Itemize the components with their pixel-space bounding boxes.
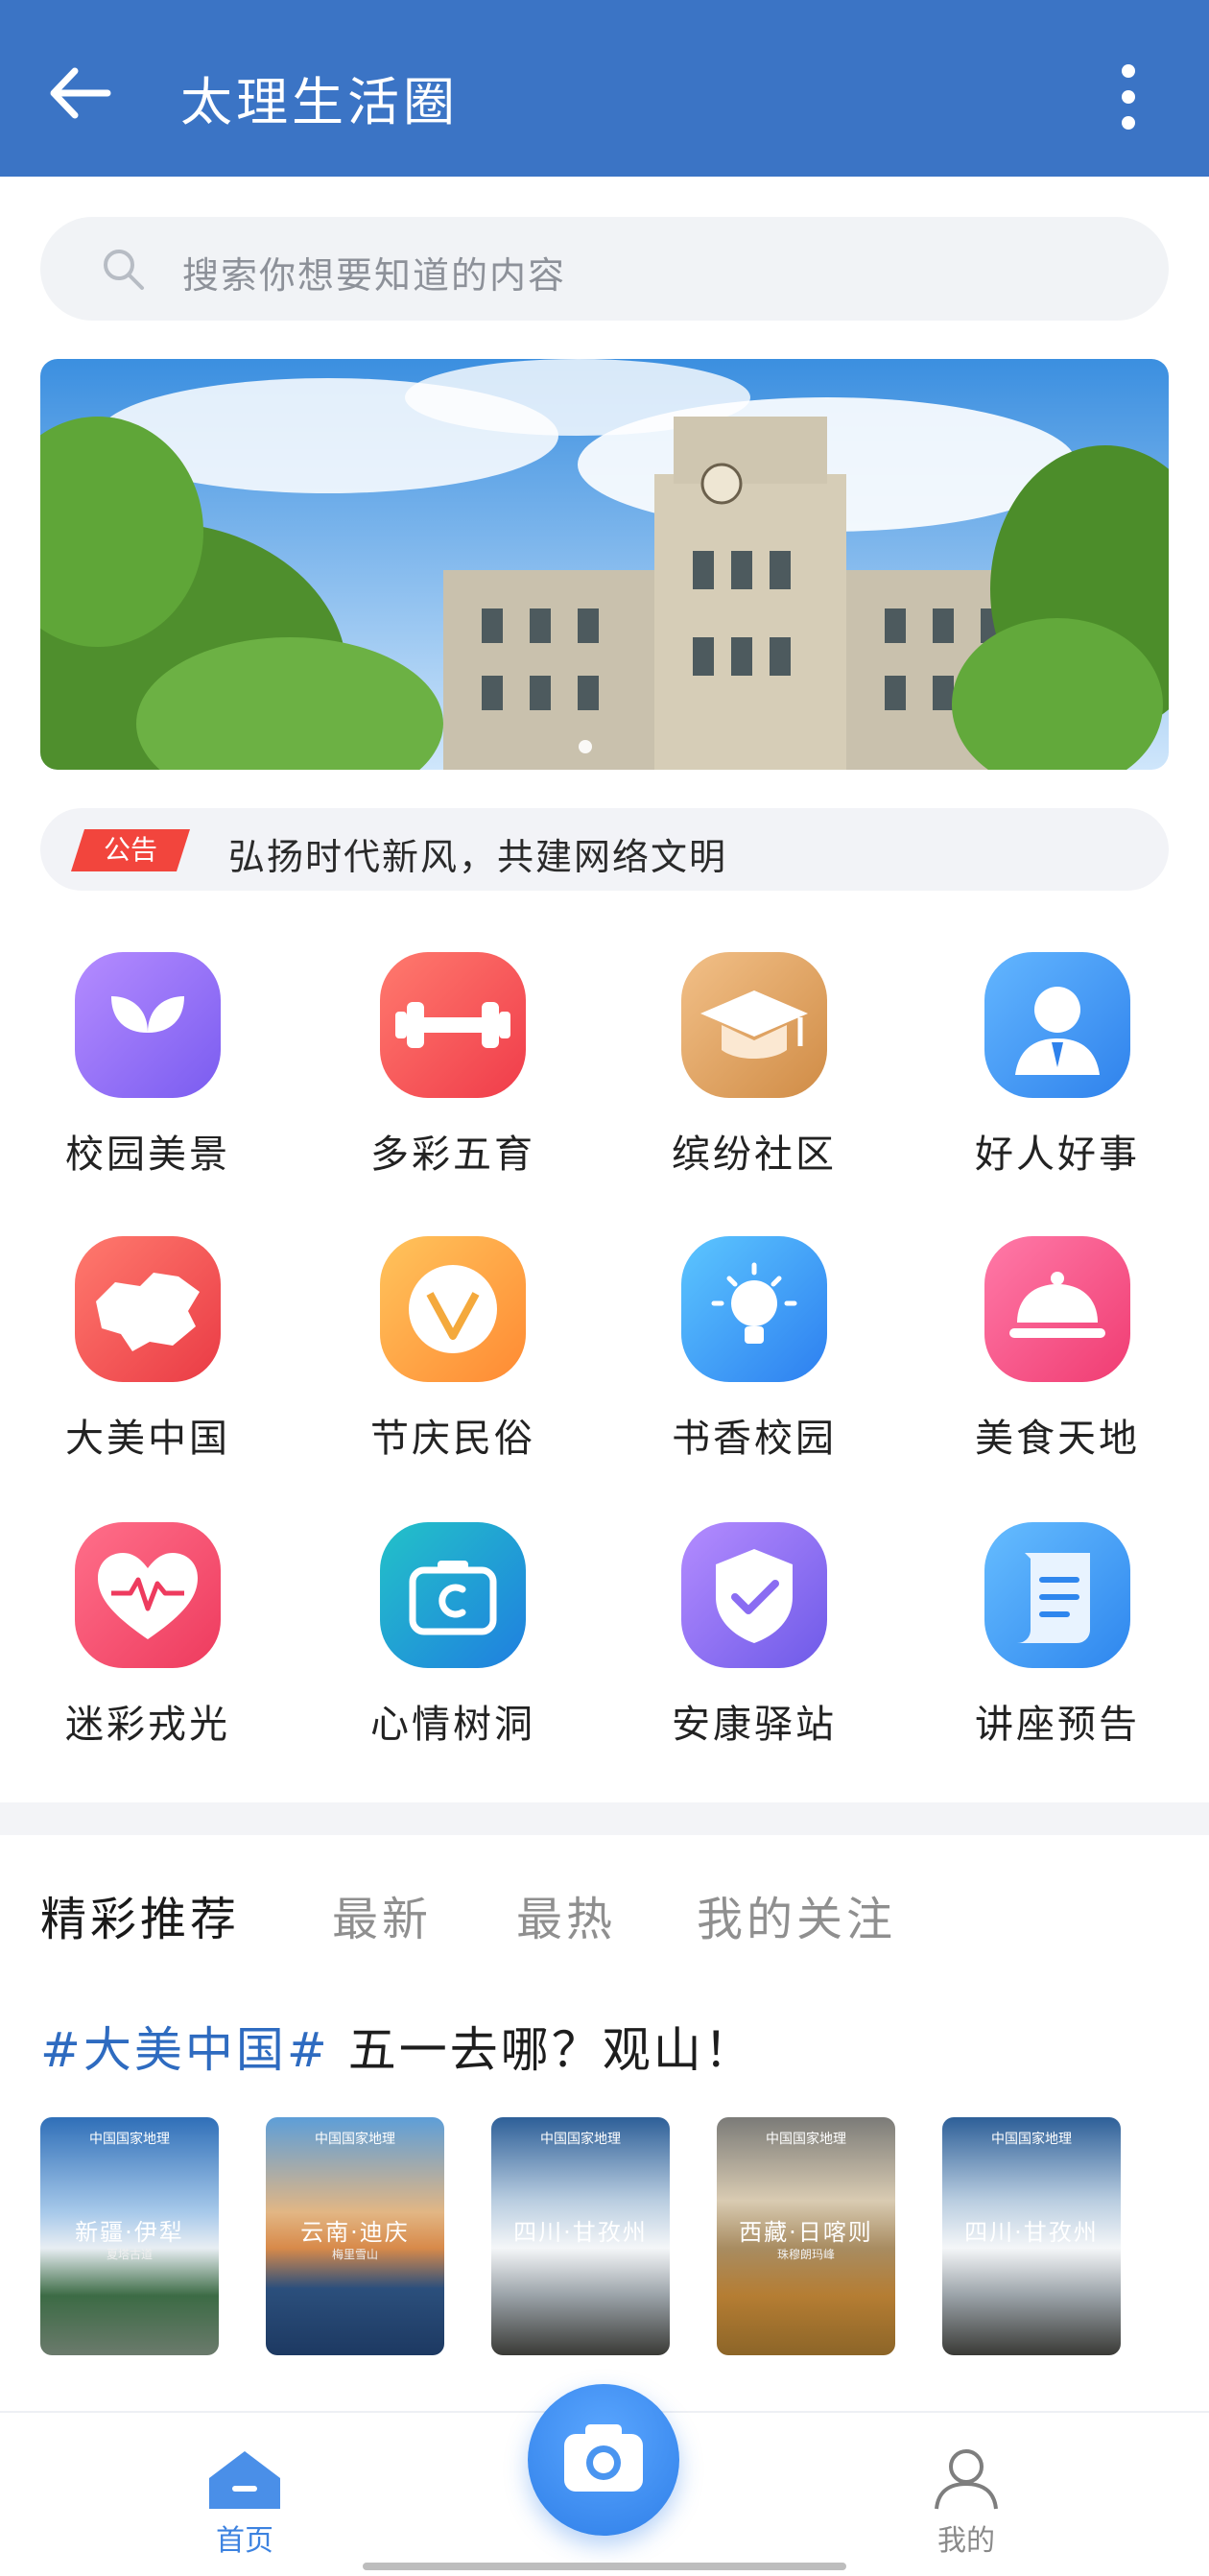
festival-icon (380, 1236, 526, 1382)
grid-item-five-education[interactable]: 多彩五育 (309, 950, 597, 1200)
topic-heading[interactable]: #大美中国# 五一去哪？观山！ (40, 2012, 755, 2081)
dumbbell-icon (380, 952, 526, 1098)
topic-text: 五一去哪？观山！ (347, 2022, 755, 2078)
grid-item-lecture-notice[interactable]: 讲座预告 (913, 1520, 1201, 1770)
topic-card[interactable]: 中国国家地理 四川·甘孜州 (942, 2117, 1121, 2355)
home-icon (209, 2451, 280, 2509)
grid-item-food-world[interactable]: 美食天地 (913, 1234, 1201, 1484)
heartbeat-icon (75, 1522, 221, 1668)
scroll-icon (984, 1522, 1130, 1668)
user-icon (935, 2449, 998, 2510)
grid-item-festival-customs[interactable]: 节庆民俗 (309, 1234, 597, 1484)
more-options-icon[interactable] (1111, 61, 1146, 132)
grid-item-community[interactable]: 缤纷社区 (610, 950, 898, 1200)
grid-item-good-people[interactable]: 好人好事 (913, 950, 1201, 1200)
grid-item-campus-scenery[interactable]: 校园美景 (4, 950, 292, 1200)
shield-check-icon (681, 1522, 827, 1668)
tab-latest[interactable]: 最新 (332, 1881, 432, 1948)
announcement-badge: 公告 (71, 829, 190, 871)
search-placeholder: 搜索你想要知道的内容 (182, 254, 567, 297)
grid-item-camouflage[interactable]: 迷彩戎光 (4, 1520, 292, 1770)
nav-home[interactable]: 首页 (202, 2445, 288, 2558)
section-divider (0, 1802, 1209, 1835)
search-bar[interactable]: 搜索你想要知道的内容 (40, 217, 1169, 321)
lightbulb-icon (681, 1236, 827, 1382)
nav-me[interactable]: 我的 (923, 2445, 1009, 2558)
food-cloche-icon (984, 1236, 1130, 1382)
topic-hashtag: #大美中国# (40, 2022, 330, 2078)
grid-item-health-station[interactable]: 安康驿站 (610, 1520, 898, 1770)
grid-item-book-campus[interactable]: 书香校园 (610, 1234, 898, 1484)
topic-card[interactable]: 中国国家地理 新疆·伊犁 夏塔古道 (40, 2117, 219, 2355)
content-tabs: 精彩推荐 最新 最热 我的关注 (0, 1881, 1209, 1952)
topic-card[interactable]: 中国国家地理 云南·迪庆 梅里雪山 (266, 2117, 444, 2355)
grid-item-mood-tree-hole[interactable]: 心情树洞 (309, 1520, 597, 1770)
page-title: 太理生活圈 (180, 72, 459, 132)
announcement-bar[interactable]: 公告 弘扬时代新风，共建网络文明 (40, 808, 1169, 891)
topic-card[interactable]: 中国国家地理 西藏·日喀则 珠穆朗玛峰 (717, 2117, 895, 2355)
graduation-cap-icon (681, 952, 827, 1098)
camera-button[interactable] (528, 2384, 679, 2536)
sprout-icon (75, 952, 221, 1098)
tab-recommended[interactable]: 精彩推荐 (40, 1881, 241, 1952)
topic-card[interactable]: 中国国家地理 四川·甘孜州 (491, 2117, 670, 2355)
tab-my-follow[interactable]: 我的关注 (697, 1881, 896, 1948)
back-arrow-icon[interactable] (46, 60, 113, 127)
camera-icon (564, 2424, 643, 2492)
camera-icon (380, 1522, 526, 1668)
announcement-text: 弘扬时代新风，共建网络文明 (228, 836, 728, 878)
app-bar: 太理生活圈 (0, 0, 1209, 177)
home-indicator (363, 2563, 846, 2570)
banner-image[interactable] (40, 359, 1169, 770)
grid-item-beautiful-china[interactable]: 大美中国 (4, 1234, 292, 1484)
tab-hottest[interactable]: 最热 (516, 1881, 616, 1948)
search-icon (104, 250, 144, 290)
china-map-icon (75, 1236, 221, 1382)
person-icon (984, 952, 1130, 1098)
